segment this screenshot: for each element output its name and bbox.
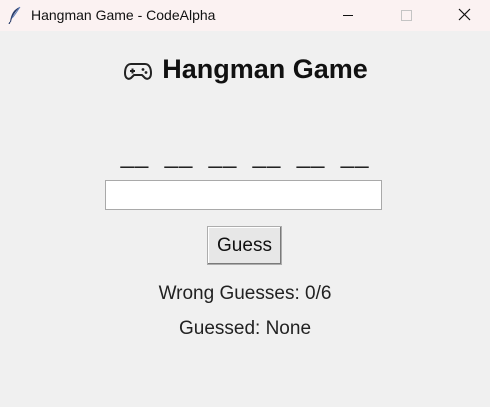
maximize-button[interactable] (383, 0, 429, 31)
guessed-letters: Guessed: None (178, 318, 312, 339)
guess-input[interactable] (105, 180, 382, 210)
close-button[interactable] (442, 0, 488, 31)
maximize-icon (401, 10, 412, 21)
close-icon (458, 8, 471, 21)
wrong-guesses-counter: Wrong Guesses: 0/6 (158, 283, 332, 304)
game-controller-icon (124, 58, 153, 80)
word-display: __ __ __ __ __ __ (120, 142, 370, 169)
title-bar[interactable]: Hangman Game - CodeAlpha (0, 0, 490, 31)
app-window: Hangman Game - CodeAlpha Hangman Game __… (0, 0, 490, 407)
feather-icon (8, 6, 22, 25)
guess-button[interactable]: Guess (207, 226, 282, 265)
minimize-button[interactable] (325, 0, 371, 31)
minimize-icon (343, 15, 353, 16)
game-title: Hangman Game (162, 54, 368, 84)
game-heading: Hangman Game (0, 54, 490, 85)
window-title: Hangman Game - CodeAlpha (31, 7, 216, 23)
